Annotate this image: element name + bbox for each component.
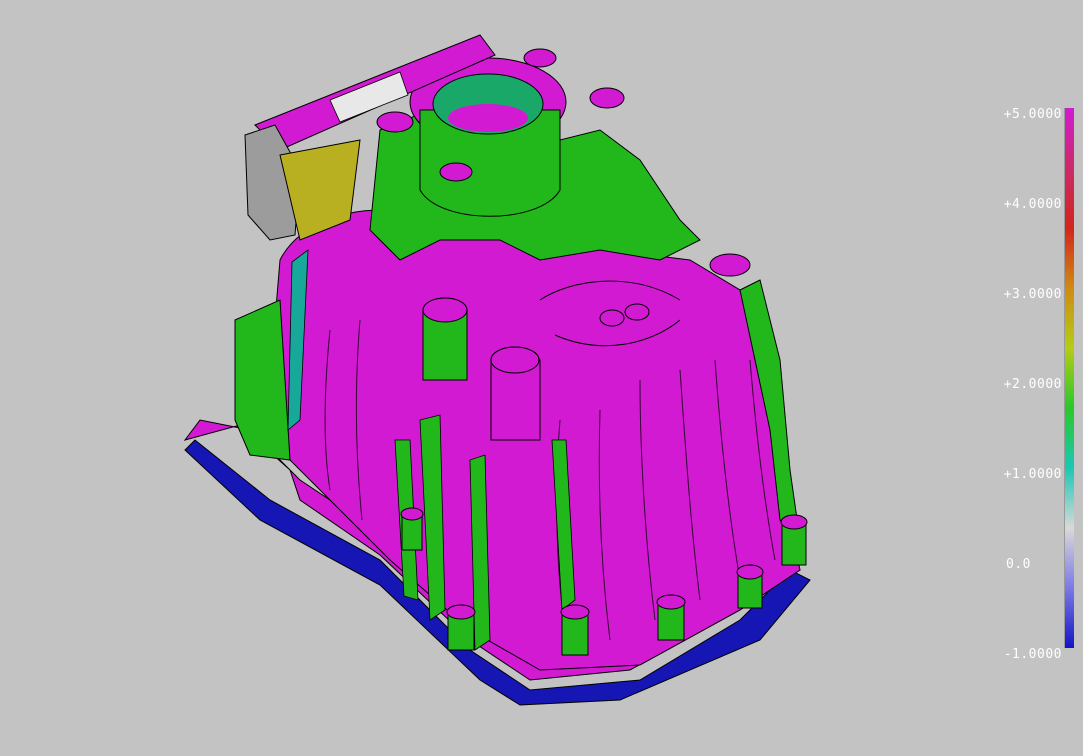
legend-label-4: +4.0000 (1003, 197, 1062, 212)
legend-label-0: 0.0 (1006, 557, 1031, 572)
legend-label-min: -1.0000 (1003, 647, 1062, 662)
color-scale-bar (1064, 108, 1074, 648)
bearing-bore-inner (448, 104, 528, 132)
gearbox-housing-model[interactable] (0, 0, 1083, 756)
left-green-wall (234, 299, 291, 461)
legend-label-max: +5.0000 (1003, 107, 1062, 122)
legend-label-1: +1.0000 (1003, 467, 1062, 482)
legend-label-3: +3.0000 (1003, 287, 1062, 302)
3d-viewport[interactable]: +5.0000 +4.0000 +3.0000 +2.0000 +1.0000 … (0, 0, 1083, 756)
color-scale-legend: +5.0000 +4.0000 +3.0000 +2.0000 +1.0000 … (990, 100, 1083, 662)
legend-label-2: +2.0000 (1003, 377, 1062, 392)
